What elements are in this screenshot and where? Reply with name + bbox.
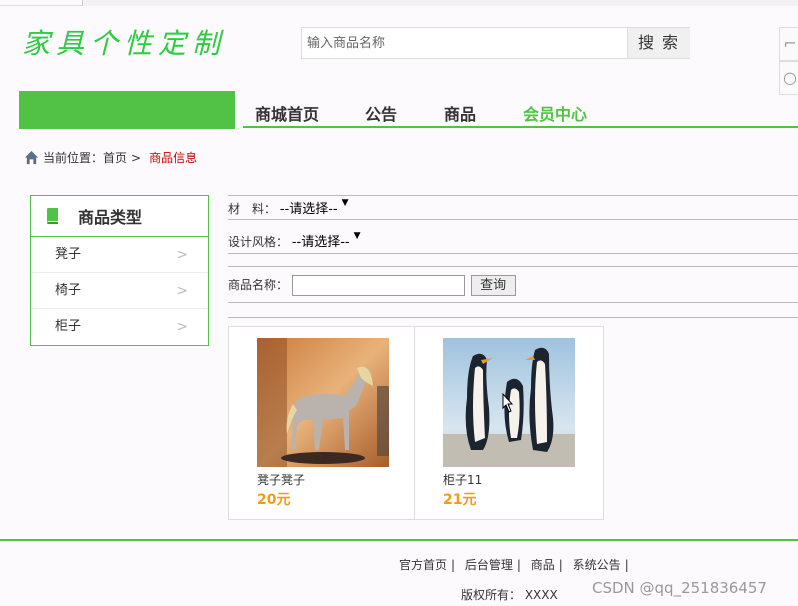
browser-top-edge [0,0,798,6]
category-item-stool[interactable]: 凳子 > [31,237,208,273]
category-item-cabinet[interactable]: 柜子 > [31,309,208,345]
footer-separator: | [451,558,456,572]
product-name[interactable]: 柜子11 [443,471,482,488]
category-title: 商品类型 [78,208,143,227]
side-tool-button-1[interactable]: ⌐ [779,27,798,61]
product-image-penguins[interactable] [443,338,575,467]
category-panel: 商品类型 凳子 > 椅子 > 柜子 > [30,195,209,346]
product-name[interactable]: 凳子凳子 [257,471,305,488]
dropdown-arrow-icon: ▼ [353,231,361,241]
chevron-right-icon: > [176,283,188,299]
footer-separator: | [624,558,629,572]
style-select[interactable]: --请选择-- ▼ [291,231,361,250]
style-select-value: --请选择-- [291,235,350,250]
nav-item-member[interactable]: 会员中心 [523,101,587,125]
footer-link-products[interactable]: 商品 [531,558,555,572]
filter-divider [228,219,798,220]
chevron-right-icon: > [176,319,188,335]
category-item-label: 凳子 [55,247,82,262]
filter-divider [228,195,798,196]
product-card[interactable]: 柜子11 21元 [414,326,604,520]
category-item-label: 柜子 [55,319,82,334]
filter-divider [228,302,798,303]
filter-row-style: 设计风格： --请选择-- ▼ [228,231,798,250]
footer-link-admin[interactable]: 后台管理 [465,558,513,572]
nav-item-notice[interactable]: 公告 [365,101,397,125]
search-bar: 搜索 [301,27,690,59]
material-select-value: --请选择-- [279,202,338,217]
footer-separator: | [558,558,563,572]
browser-tab-strip [82,0,798,6]
book-icon [47,208,58,224]
category-menu-bar [19,91,235,129]
material-label: 材 料： [228,202,277,216]
footer-links: 官方首页 | 后台管理 | 商品 | 系统公告 | [399,556,635,573]
site-logo[interactable]: 家具个性定制 [22,22,226,62]
product-image-horse[interactable] [257,338,389,467]
product-price: 21元 [443,492,477,508]
product-price: 20元 [257,492,291,508]
category-item-chair[interactable]: 椅子 > [31,273,208,309]
copyright: 版权所有： XXXX [461,588,558,602]
breadcrumb-home[interactable]: 首页 [103,149,127,166]
main-nav: 商城首页 公告 商品 会员中心 [243,95,798,128]
breadcrumb-current: 商品信息 [149,151,198,165]
filter-divider [228,253,798,254]
material-select[interactable]: --请选择-- ▼ [279,198,349,217]
filter-divider [228,266,798,267]
watermark: CSDN @qq_251836457 [592,579,767,597]
search-button[interactable]: 搜索 [627,28,690,58]
category-item-label: 椅子 [55,283,82,298]
product-name-input[interactable] [291,275,465,296]
breadcrumb: 当前位置： 首页 > 商品信息 [24,149,197,166]
home-icon [24,150,39,165]
footer-link-home[interactable]: 官方首页 [399,558,447,572]
footer-separator: | [516,558,521,572]
side-tool-button-2[interactable]: ○ [779,61,798,95]
page: 家具个性定制 搜索 ⌐ ○ 商城首页 公告 商品 会员中心 当前位置： 首页 >… [0,0,798,606]
horse-figurine-image [257,338,389,467]
nav-item-home[interactable]: 商城首页 [255,101,319,125]
footer-divider [0,539,798,541]
filter-row-material: 材 料： --请选择-- ▼ [228,198,798,217]
penguins-image [443,338,575,467]
dropdown-arrow-icon: ▼ [341,198,349,208]
breadcrumb-separator: > [131,150,142,165]
category-header: 商品类型 [31,196,208,237]
name-label: 商品名称： [228,278,289,292]
product-card[interactable]: 凳子凳子 20元 [228,326,415,520]
filter-divider [228,317,798,318]
filter-row-name: 商品名称： 查询 [228,275,798,296]
footer-link-notice[interactable]: 系统公告 [573,558,621,572]
search-input[interactable] [302,28,627,58]
breadcrumb-prefix: 当前位置： [43,151,104,165]
chevron-right-icon: > [176,247,188,263]
style-label: 设计风格： [228,235,289,249]
query-button[interactable]: 查询 [470,275,516,296]
nav-item-products[interactable]: 商品 [444,101,476,125]
